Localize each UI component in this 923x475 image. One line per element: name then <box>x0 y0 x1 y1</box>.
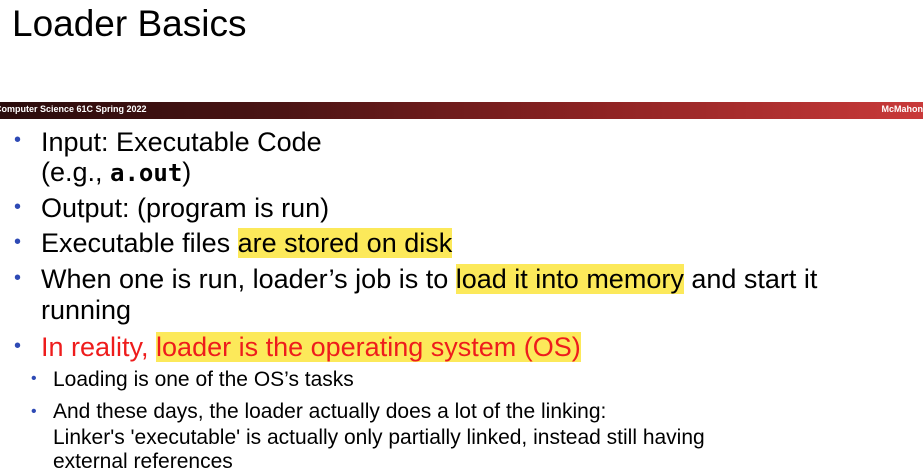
bullet-input: Input: Executable Code <box>41 126 322 159</box>
bullet-marker: • <box>14 267 22 289</box>
sub-bullet-linking-l2: Linker's 'executable' is actually only p… <box>53 426 705 449</box>
sub-bullet-loading: Loading is one of the OS’s tasks <box>53 368 354 391</box>
course-label: Computer Science 61C Spring 2022 <box>0 104 147 114</box>
bullet-marker: • <box>14 231 22 253</box>
sub-bullet-marker: • <box>31 403 37 420</box>
slide-title: Loader Basics <box>12 3 247 44</box>
reality-text: In reality, <box>41 332 157 362</box>
bullet-output: Output: (program is run) <box>41 193 330 223</box>
bullet-run: When one is run, loader’s job is to load… <box>41 263 817 296</box>
bullet-run-cont: running <box>41 295 132 325</box>
run-text: When one is run, loader’s job is to <box>41 264 456 294</box>
slide-banner: Computer Science 61C Spring 2022 McMahon <box>0 102 923 119</box>
run-text-post: and start it <box>683 264 818 294</box>
input-eg-close: ) <box>182 157 192 187</box>
exec-text: Executable files <box>41 228 238 258</box>
sub-bullet-linking-l1: And these days, the loader actually does… <box>53 400 607 423</box>
bullet-marker: • <box>14 335 22 357</box>
sub-bullet-linking-l3: external references <box>53 450 233 473</box>
run-highlight: load it into memory <box>455 264 684 294</box>
input-eg-open: (e.g., <box>41 157 111 187</box>
bullet-marker: • <box>14 196 22 218</box>
bullet-executable: Executable files are stored on disk <box>41 227 453 260</box>
bullet-reality: In reality, loader is the operating syst… <box>41 331 581 364</box>
exec-highlight: are stored on disk <box>237 228 453 258</box>
input-text: Input: Executable Code <box>41 127 322 157</box>
bullet-marker: • <box>14 129 22 151</box>
input-code: a.out <box>110 159 183 187</box>
sub-bullet-marker: • <box>31 370 37 387</box>
bullet-input-example: (e.g., a.out) <box>41 156 191 190</box>
reality-highlight: loader is the operating system (OS) <box>156 332 581 362</box>
instructor-label: McMahon <box>881 104 923 114</box>
